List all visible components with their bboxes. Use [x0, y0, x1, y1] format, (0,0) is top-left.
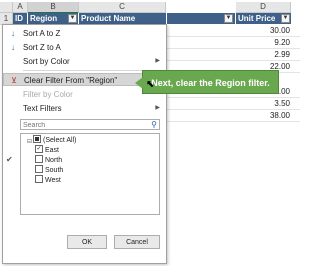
option-label: East: [45, 147, 60, 154]
menu-sort-by-color[interactable]: Sort by Color ▶: [3, 55, 166, 68]
header-product-label: Product Name: [81, 14, 136, 23]
search-input[interactable]: [21, 121, 143, 130]
header-unit-price[interactable]: Unit Price ▼: [236, 13, 292, 24]
menu-sort-a-to-z[interactable]: ↓ Sort A to Z: [3, 27, 166, 40]
menu-sort-z-to-a-label: Sort Z to A: [23, 43, 61, 52]
option-west[interactable]: West: [35, 175, 61, 186]
menu-filter-by-color-label: Filter by Color: [23, 90, 73, 99]
header-product[interactable]: Product Name: [79, 13, 167, 24]
checkbox-unchecked[interactable]: [35, 155, 43, 164]
search-icon: ⚲: [151, 120, 157, 129]
header-region[interactable]: Region ▼: [28, 13, 79, 24]
submenu-arrow-icon: ▶: [155, 58, 160, 64]
header-id-label: ID: [15, 14, 23, 23]
header-unit-price-label: Unit Price: [238, 14, 276, 23]
clear-filter-icon: ⊻: [11, 76, 17, 85]
product-filter-icon[interactable]: ▼: [224, 14, 233, 23]
menu-sort-a-to-z-label: Sort A to Z: [23, 29, 61, 38]
menu-sort-z-to-a[interactable]: ↓ Sort Z to A: [3, 41, 166, 54]
option-label: West: [45, 177, 61, 184]
price-cell[interactable]: 9.20: [236, 37, 290, 48]
checkbox-unchecked[interactable]: [35, 175, 43, 184]
search-box[interactable]: ⚲: [20, 119, 160, 130]
select-all-corner[interactable]: [0, 2, 13, 13]
column-header-c[interactable]: C: [79, 2, 166, 13]
unit-price-filter-icon[interactable]: ▼: [281, 14, 290, 23]
cancel-button[interactable]: Cancel: [114, 235, 160, 249]
menu-text-filters-label: Text Filters: [23, 104, 62, 113]
menu-sort-by-color-label: Sort by Color: [23, 57, 70, 66]
checkbox-unchecked[interactable]: [35, 165, 43, 174]
instruction-callout: Next, clear the Region filter.: [135, 70, 279, 94]
option-label: (Select All): [43, 137, 77, 144]
sort-ascending-icon: ↓: [11, 29, 15, 38]
price-cell[interactable]: 2.99: [236, 49, 290, 60]
price-cell[interactable]: 30.00: [236, 25, 290, 36]
header-region-label: Region: [30, 14, 58, 23]
checkbox-partial[interactable]: [33, 135, 41, 144]
header-product-ext: ▼: [167, 13, 236, 24]
menu-clear-filter-label: Clear Filter From "Region": [24, 76, 118, 85]
region-filter-icon[interactable]: ▼: [68, 14, 77, 23]
column-header-a[interactable]: A: [13, 2, 28, 13]
filter-values-list: ⊟ (Select All) ✓ East North South West: [20, 133, 160, 215]
submenu-arrow-icon: ▶: [155, 105, 160, 111]
option-label: South: [45, 167, 64, 174]
checkbox-checked[interactable]: ✓: [35, 145, 43, 154]
checkmark-icon: ✔: [6, 155, 13, 164]
sort-descending-icon: ↓: [11, 43, 15, 52]
price-cell[interactable]: 3.50: [236, 98, 290, 109]
ok-button[interactable]: OK: [67, 235, 107, 249]
price-cell[interactable]: 38.00: [236, 110, 290, 121]
menu-text-filters[interactable]: Text Filters ▶: [3, 102, 166, 115]
header-id[interactable]: ID: [13, 13, 28, 24]
mouse-pointer-icon: ⬉: [146, 79, 155, 90]
option-label: North: [45, 157, 63, 164]
tree-collapse-icon: ⊟: [27, 139, 33, 145]
column-header-d[interactable]: D: [236, 2, 291, 13]
